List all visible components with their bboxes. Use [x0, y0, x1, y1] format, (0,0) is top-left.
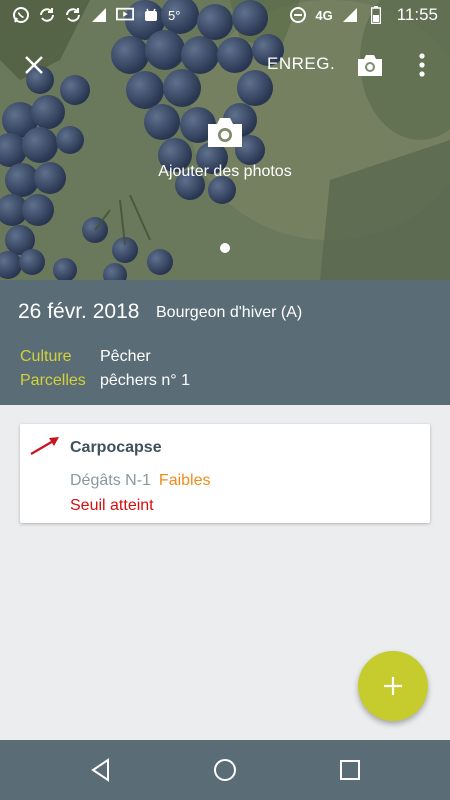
pest-observation-card[interactable]: Carpocapse Dégâts N-1 Faibles Seuil attei… [20, 424, 430, 523]
wifi-calling-icon [90, 6, 108, 24]
page-indicator-dot [220, 243, 230, 253]
android-icon [142, 6, 160, 24]
culture-row: Culture Pêcher [20, 348, 151, 366]
signal-icon [341, 6, 359, 24]
plus-icon [384, 677, 402, 695]
recents-icon[interactable] [337, 757, 363, 783]
camera-icon[interactable] [356, 52, 384, 78]
observation-header: 26 févr. 2018 Bourgeon d'hiver (A) Cultu… [0, 280, 450, 405]
phenological-stage[interactable]: Bourgeon d'hiver (A) [156, 304, 302, 322]
add-photos-label: Ajouter des photos [158, 163, 292, 180]
trend-up-arrow-icon [30, 437, 59, 455]
add-photos-button[interactable]: Ajouter des photos [0, 115, 450, 181]
status-bar: 5° 4G 11:55 [0, 0, 450, 30]
sync-icon [38, 6, 56, 24]
damage-row: Dégâts N-1 Faibles [70, 472, 211, 490]
more-vert-icon[interactable] [412, 52, 432, 78]
app-toolbar: ENREG. [0, 30, 450, 100]
do-not-disturb-icon [289, 6, 307, 24]
camera-icon [208, 118, 242, 147]
clock: 11:55 [396, 5, 438, 24]
close-icon[interactable] [22, 53, 46, 77]
observation-date[interactable]: 26 févr. 2018 [18, 300, 139, 324]
save-button[interactable]: ENREG. [267, 54, 335, 74]
threshold-status: Seuil atteint [70, 497, 154, 514]
network-type: 4G [315, 7, 333, 23]
parcelles-label: Parcelles [20, 372, 86, 389]
parcelles-value: pêchers n° 1 [100, 372, 191, 389]
whatsapp-icon [12, 6, 30, 24]
damage-label: Dégâts N-1 [70, 472, 151, 489]
damage-value: Faibles [158, 472, 211, 489]
add-fab-button[interactable] [358, 651, 428, 721]
sync-icon [64, 6, 82, 24]
pest-name: Carpocapse [70, 439, 162, 456]
back-icon[interactable] [88, 757, 114, 783]
cast-icon [116, 6, 134, 24]
photo-header: 5° 4G 11:55 ENREG. Ajouter des photos [0, 0, 450, 280]
parcelles-row: Parcelles pêchers n° 1 [20, 372, 190, 390]
battery-icon [367, 6, 385, 24]
home-icon[interactable] [212, 757, 238, 783]
temperature-text: 5° [168, 7, 181, 23]
culture-value: Pêcher [100, 348, 151, 365]
system-nav-bar [0, 740, 450, 800]
culture-label: Culture [20, 348, 72, 365]
